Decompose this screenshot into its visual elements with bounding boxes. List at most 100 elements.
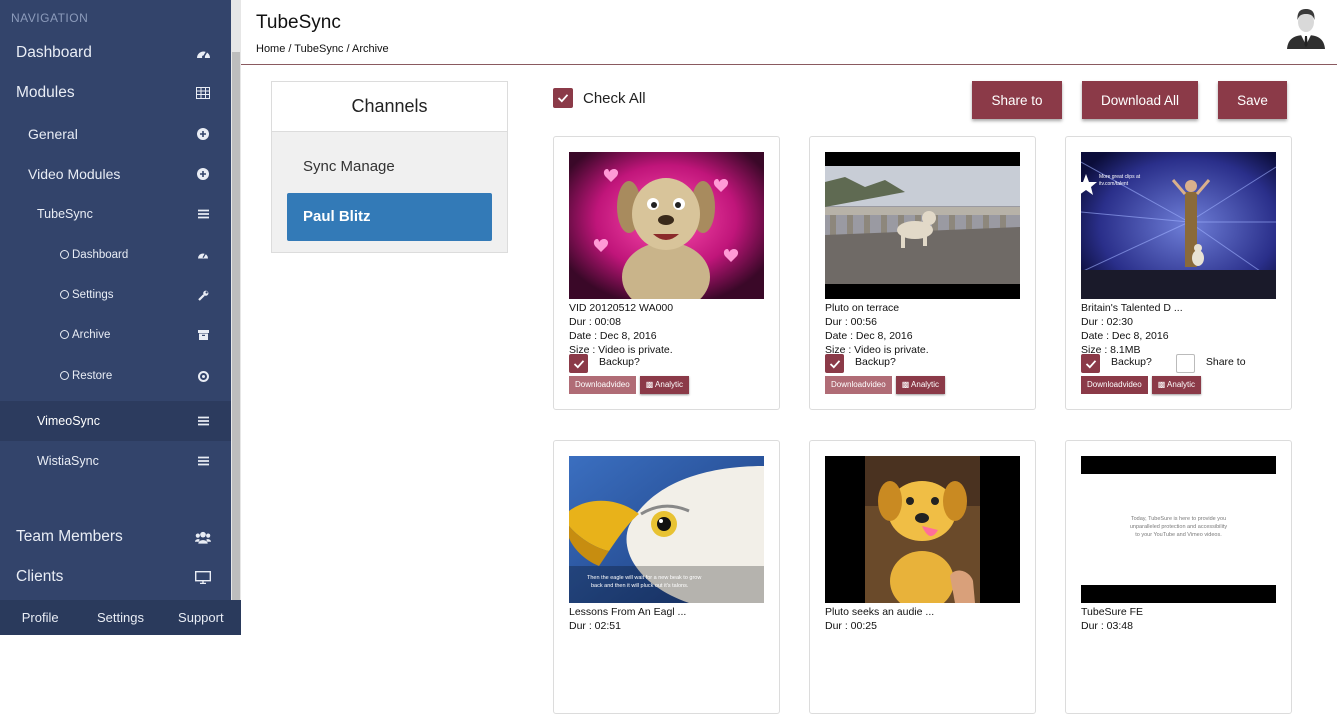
nav-team-members[interactable]: Team Members (0, 517, 231, 557)
bar-chart-icon: ▩ (1157, 380, 1168, 389)
channels-panel: Channels Sync Manage Paul Blitz (271, 81, 508, 253)
svg-text:back and then it will pluck ou: back and then it will pluck out it's tal… (591, 583, 689, 589)
share-to-checkbox[interactable] (1175, 354, 1195, 373)
archive-box-icon (195, 327, 211, 343)
nav-video-modules[interactable]: Video Modules (0, 154, 231, 194)
footer-profile-link[interactable]: Profile (0, 610, 80, 625)
share-to-button[interactable]: Share to (972, 81, 1062, 119)
download-all-button[interactable]: Download All (1082, 81, 1198, 119)
avatar[interactable] (1285, 5, 1327, 49)
nav-label: Team Members (16, 528, 123, 545)
nav-label: WistiaSync (37, 454, 99, 468)
nav-tubesync-settings[interactable]: Settings (0, 275, 231, 315)
nav-label: Settings (72, 289, 114, 301)
nav-general[interactable]: General (0, 114, 231, 154)
backup-checkbox[interactable] (569, 354, 588, 373)
video-title: Britain's Talented D ... (1081, 302, 1183, 314)
video-meta: TubeSure FE Dur : 03:48 (1081, 605, 1143, 633)
video-duration: Dur : 02:51 (569, 620, 621, 632)
video-duration: Dur : 00:56 (825, 316, 877, 328)
video-card: Then the eagle will wait for a new beak … (553, 440, 780, 714)
download-video-button[interactable]: Downloadvideo (1081, 376, 1148, 394)
video-thumbnail[interactable]: Today, TubeSure is here to provide you u… (1081, 456, 1276, 603)
video-actions: Downloadvideo ▩ Analytic (825, 376, 946, 394)
video-duration: Dur : 00:08 (569, 316, 621, 328)
backup-row: Backup? (825, 354, 896, 373)
channel-item-paul-blitz[interactable]: Paul Blitz (287, 193, 492, 241)
checkmark-icon (1085, 359, 1096, 368)
thumb-text-line: Today, TubeSure is here to provide you (1131, 516, 1226, 522)
check-all-checkbox[interactable] (553, 88, 573, 108)
thumb-text-line: to your YouTube and Vimeo videos. (1135, 532, 1222, 538)
video-date: Date : Dec 8, 2016 (569, 330, 657, 342)
video-thumbnail[interactable] (569, 152, 764, 299)
analytic-label: Analytic (655, 380, 684, 389)
download-video-button[interactable]: Downloadvideo (825, 376, 892, 394)
video-title: TubeSure FE (1081, 606, 1144, 618)
checkmark-icon (573, 359, 584, 368)
share-to-label: Share to (1205, 355, 1246, 368)
nav-label: VimeoSync (37, 414, 100, 428)
video-meta: Lessons From An Eagl ... Dur : 02:51 (569, 605, 686, 633)
backup-label: Backup? (855, 355, 896, 368)
video-thumbnail[interactable]: Then the eagle will wait for a new beak … (569, 456, 764, 603)
page-title: TubeSync (256, 12, 341, 33)
backup-row: Backup? (569, 354, 640, 373)
video-thumbnail[interactable]: More great clips at itv.com/talent (1081, 152, 1276, 299)
backup-checkbox[interactable] (825, 354, 844, 373)
footer-settings-link[interactable]: Settings (80, 610, 160, 625)
table-grid-icon (195, 85, 211, 101)
menu-bars-icon (195, 413, 211, 429)
analytic-button[interactable]: ▩ Analytic (895, 376, 946, 394)
video-duration: Dur : 02:30 (1081, 316, 1133, 328)
nav-wistiasync[interactable]: WistiaSync (0, 441, 231, 481)
nav-label: Dashboard (16, 44, 92, 61)
plus-circle-icon (195, 166, 211, 182)
save-button[interactable]: Save (1218, 81, 1287, 119)
nav-vimeosync[interactable]: VimeoSync (0, 401, 231, 441)
menu-bars-icon (195, 206, 211, 222)
users-icon (195, 529, 211, 545)
video-date: Date : Dec 8, 2016 (825, 330, 913, 342)
check-all-control[interactable]: Check All (553, 88, 646, 108)
analytic-label: Analytic (911, 380, 940, 389)
nav-clients[interactable]: Clients (0, 557, 231, 597)
thumb-text-line: unparalleled protection and accessibilit… (1130, 524, 1227, 530)
circle-bullet-icon (60, 330, 69, 339)
svg-text:Then the eagle will wait for a: Then the eagle will wait for a new beak … (587, 575, 701, 581)
download-video-button[interactable]: Downloadvideo (569, 376, 636, 394)
video-card: Pluto on terrace Dur : 00:56 Date : Dec … (809, 136, 1036, 410)
dashboard-gauge-icon (195, 247, 211, 263)
footer-support-link[interactable]: Support (161, 610, 241, 625)
nav-tubesync-archive[interactable]: Archive (0, 315, 231, 355)
circle-bullet-icon (60, 250, 69, 259)
backup-checkbox[interactable] (1081, 354, 1100, 373)
nav-label: Restore (72, 370, 113, 382)
video-thumbnail[interactable] (825, 456, 1020, 603)
video-thumbnail[interactable] (825, 152, 1020, 299)
video-title: Lessons From An Eagl ... (569, 606, 687, 618)
sidebar-footer: Profile Settings Support (0, 600, 241, 635)
nav-tubesync[interactable]: TubeSync (0, 194, 231, 234)
analytic-label: Analytic (1167, 380, 1196, 389)
nav-tubesync-dashboard[interactable]: Dashboard (0, 235, 231, 275)
nav-tubesync-restore[interactable]: Restore (0, 356, 231, 396)
nav-label: Archive (72, 329, 111, 341)
backup-row: Backup? Share to (1081, 354, 1246, 373)
analytic-button[interactable]: ▩ Analytic (639, 376, 690, 394)
channel-item-sync-manage[interactable]: Sync Manage (287, 143, 492, 191)
video-title: Pluto seeks an audie ... (825, 606, 935, 618)
analytic-button[interactable]: ▩ Analytic (1151, 376, 1202, 394)
video-card: Today, TubeSure is here to provide you u… (1065, 440, 1292, 714)
svg-text:itv.com/talent: itv.com/talent (1099, 181, 1129, 187)
video-date: Date : Dec 8, 2016 (1081, 330, 1169, 342)
restore-icon (195, 368, 211, 384)
video-meta: Britain's Talented D ... Dur : 02:30 Dat… (1081, 301, 1183, 357)
nav-modules[interactable]: Modules (0, 73, 231, 113)
nav-label: TubeSync (37, 207, 93, 221)
bar-chart-icon: ▩ (645, 380, 656, 389)
dashboard-gauge-icon (195, 45, 211, 61)
check-all-label: Check All (583, 89, 646, 107)
sidebar-scrollbar-thumb[interactable] (232, 52, 240, 600)
nav-dashboard[interactable]: Dashboard (0, 33, 231, 73)
